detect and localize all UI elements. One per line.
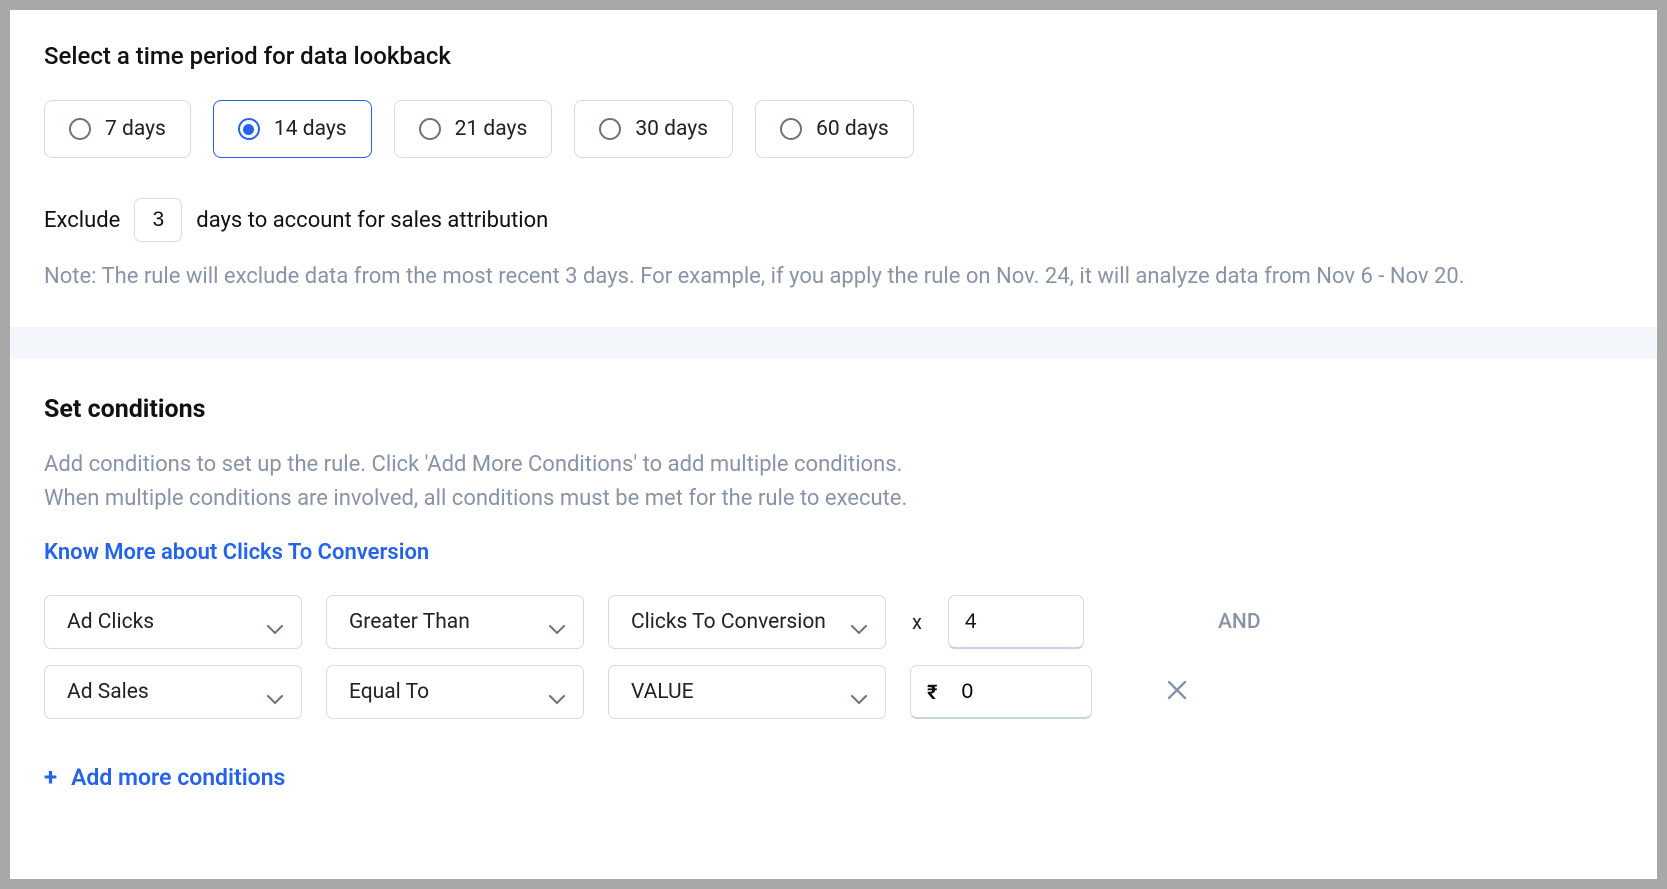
conditions-help-line1: Add conditions to set up the rule. Click… — [44, 448, 1623, 482]
value-input[interactable] — [962, 680, 1042, 704]
currency-symbol: ₹ — [927, 680, 938, 704]
section-divider — [10, 327, 1657, 359]
remove-condition-button[interactable] — [1166, 679, 1188, 705]
chevron-down-icon — [267, 617, 283, 627]
radio-icon — [780, 118, 802, 140]
lookback-option-label: 60 days — [816, 117, 889, 141]
operator-dropdown[interactable]: Greater Than — [326, 595, 584, 649]
add-more-conditions-button[interactable]: + Add more conditions — [44, 763, 1623, 791]
rule-builder-panel: Select a time period for data lookback 7… — [10, 10, 1657, 879]
add-more-label: Add more conditions — [71, 764, 285, 791]
exclude-label-post: days to account for sales attribution — [196, 208, 548, 233]
chevron-down-icon — [851, 687, 867, 697]
exclude-row: Exclude days to account for sales attrib… — [44, 198, 1623, 242]
lookback-option-7-days[interactable]: 7 days — [44, 100, 191, 158]
chevron-down-icon — [549, 617, 565, 627]
radio-icon — [419, 118, 441, 140]
plus-icon: + — [44, 763, 57, 791]
condition-row: Ad Clicks Greater Than Clicks To Convers… — [44, 595, 1623, 649]
lookback-option-30-days[interactable]: 30 days — [574, 100, 733, 158]
exclude-days-input[interactable] — [134, 198, 182, 242]
lookback-option-label: 30 days — [635, 117, 708, 141]
metric-value: Ad Clicks — [67, 610, 154, 634]
lookback-option-label: 21 days — [455, 117, 528, 141]
operator-value: Equal To — [349, 680, 429, 704]
lookback-radio-group: 7 days 14 days 21 days 30 days 60 days — [44, 100, 1623, 158]
lookback-section: Select a time period for data lookback 7… — [10, 10, 1657, 327]
multiplier-value-input[interactable] — [948, 595, 1084, 649]
condition-joiner: AND — [1218, 610, 1261, 634]
metric-value: Ad Sales — [67, 680, 149, 704]
radio-icon — [69, 118, 91, 140]
conditions-help: Add conditions to set up the rule. Click… — [44, 448, 1623, 516]
close-icon — [1166, 679, 1188, 701]
lookback-option-14-days[interactable]: 14 days — [213, 100, 372, 158]
radio-icon — [238, 118, 260, 140]
exclude-label-pre: Exclude — [44, 208, 120, 233]
operator-value: Greater Than — [349, 610, 470, 634]
metric-dropdown[interactable]: Ad Clicks — [44, 595, 302, 649]
multiplier-symbol: x — [910, 610, 924, 634]
condition-row: Ad Sales Equal To VALUE ₹ — [44, 665, 1623, 719]
chevron-down-icon — [267, 687, 283, 697]
comparator-dropdown[interactable]: VALUE — [608, 665, 886, 719]
exclude-note: Note: The rule will exclude data from th… — [44, 260, 1623, 293]
comparator-value: Clicks To Conversion — [631, 610, 826, 634]
conditions-title: Set conditions — [44, 395, 1623, 424]
operator-dropdown[interactable]: Equal To — [326, 665, 584, 719]
know-more-link[interactable]: Know More about Clicks To Conversion — [44, 540, 429, 565]
lookback-option-label: 14 days — [274, 117, 347, 141]
lookback-option-label: 7 days — [105, 117, 166, 141]
lookback-title: Select a time period for data lookback — [44, 42, 1623, 70]
chevron-down-icon — [851, 617, 867, 627]
lookback-option-60-days[interactable]: 60 days — [755, 100, 914, 158]
radio-icon — [599, 118, 621, 140]
chevron-down-icon — [549, 687, 565, 697]
lookback-option-21-days[interactable]: 21 days — [394, 100, 553, 158]
currency-value-wrap: ₹ — [910, 665, 1092, 719]
comparator-dropdown[interactable]: Clicks To Conversion — [608, 595, 886, 649]
condition-rows: Ad Clicks Greater Than Clicks To Convers… — [44, 595, 1623, 719]
comparator-value: VALUE — [631, 680, 694, 704]
metric-dropdown[interactable]: Ad Sales — [44, 665, 302, 719]
conditions-section: Set conditions Add conditions to set up … — [10, 359, 1657, 811]
conditions-help-line2: When multiple conditions are involved, a… — [44, 482, 1623, 516]
